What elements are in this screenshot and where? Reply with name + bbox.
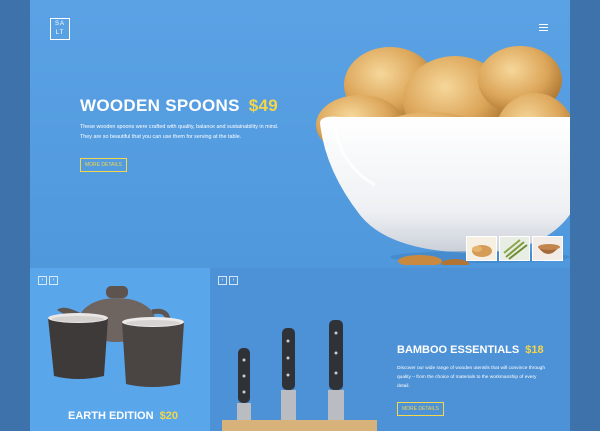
chevron-right-icon[interactable]: › xyxy=(229,276,238,285)
hero-more-details-button[interactable]: MORE DETAILS xyxy=(80,158,127,172)
bamboo-price: $18 xyxy=(525,344,544,356)
chevron-left-icon[interactable]: ‹ xyxy=(218,276,227,285)
hero-price: $49 xyxy=(248,96,279,115)
bamboo-more-details-button[interactable]: MORE DETAILS xyxy=(397,402,444,416)
earth-edition-title: EARTH EDITION $20 xyxy=(68,410,178,422)
hero-thumbnails xyxy=(466,236,563,261)
thumbnail-asparagus[interactable] xyxy=(499,236,530,261)
knife-block-image xyxy=(222,320,377,431)
logo-line-2: LT xyxy=(55,30,65,36)
page-frame: SA LT WOODEN SPOONS $49 These wooden spo… xyxy=(30,0,570,431)
hero-title: WOODEN SPOONS $49 xyxy=(80,96,278,116)
teapot-cups-image xyxy=(48,286,184,387)
bamboo-title-text: BAMBOO ESSENTIALS xyxy=(397,344,520,356)
bamboo-essentials-title: BAMBOO ESSENTIALS $18 xyxy=(397,344,544,356)
bamboo-essentials-panel: ‹ › BAMBOO ESSENTIALS $18 Discover our w… xyxy=(210,268,570,431)
hero-title-text: WOODEN SPOONS xyxy=(80,96,240,115)
logo-line-1: SA xyxy=(54,21,65,27)
brand-logo[interactable]: SA LT xyxy=(50,18,70,40)
bamboo-description: Discover our wide range of wooden utensi… xyxy=(397,366,545,389)
hero-section: SA LT WOODEN SPOONS $49 These wooden spo… xyxy=(30,0,570,268)
thumbnail-wooden-bowl[interactable] xyxy=(532,236,563,261)
earth-title-text: EARTH EDITION xyxy=(68,410,154,422)
earth-price: $20 xyxy=(159,410,178,422)
hero-description: These wooden spoons were crafted with qu… xyxy=(80,124,279,140)
earth-edition-panel: ‹ › EARTH EDITION $20 xyxy=(30,268,210,431)
almond-bowl-image xyxy=(316,46,570,265)
bamboo-slide-nav: ‹ › xyxy=(218,276,238,285)
thumbnail-almonds[interactable] xyxy=(466,236,497,261)
